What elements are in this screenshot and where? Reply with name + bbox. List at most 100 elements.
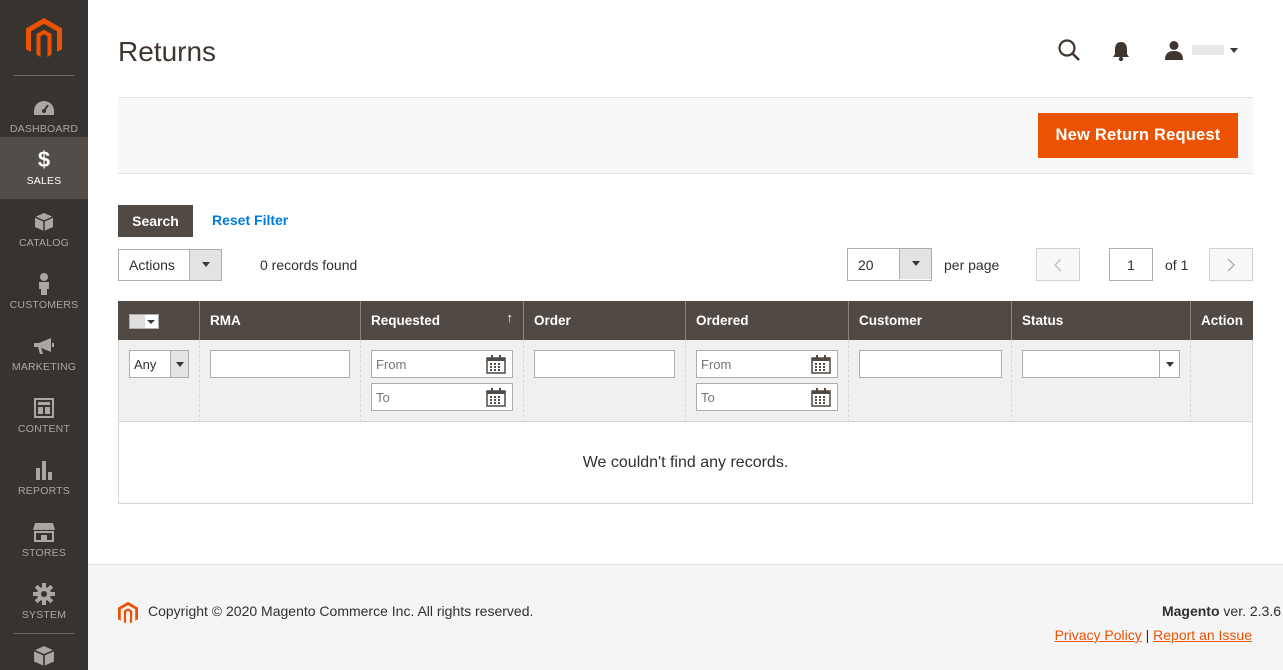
sidebar-item-label: MARKETING [11,361,77,373]
column-header-order[interactable]: Order [524,301,686,340]
page-footer: Copyright © 2020 Magento Commerce Inc. A… [88,564,1283,670]
chevron-down-icon [1230,47,1238,53]
layout-icon [32,396,56,420]
dollar-icon: $ [37,147,51,172]
brand-name: Magento [1161,603,1220,619]
new-return-request-button[interactable]: New Return Request [1038,113,1238,158]
calendar-icon[interactable] [486,355,506,374]
mass-select-filter[interactable]: Any [129,350,189,378]
sort-arrow-up-icon: ↑ [506,310,514,325]
chevron-left-icon [1053,257,1062,272]
previous-page-button[interactable] [1036,248,1080,281]
filter-cell-rma [200,340,361,422]
filter-cell-order [524,340,686,422]
sidebar-item-catalog[interactable]: CATALOG [0,199,88,261]
chevron-down-icon [899,249,931,279]
sidebar-item-label: SYSTEM [21,609,67,621]
copyright-text: Copyright © 2020 Magento Commerce Inc. A… [148,603,534,619]
mass-action-checkbox[interactable] [129,314,159,329]
bar-chart-icon [32,458,56,482]
magento-logo-icon[interactable] [26,18,62,58]
page-title: Returns [118,36,217,67]
requested-from-field[interactable] [371,350,513,378]
sidebar-item-label: SALES [26,175,62,187]
actions-dropdown[interactable]: Actions [118,249,222,281]
status-filter-select[interactable] [1022,350,1180,378]
column-header-ordered[interactable]: Ordered [686,301,849,340]
box-icon [32,644,56,668]
sidebar-item-customers[interactable]: CUSTOMERS [0,261,88,323]
report-issue-link[interactable]: Report an Issue [1153,627,1252,643]
requested-from-input[interactable] [372,351,472,377]
user-icon [1165,41,1183,60]
ordered-to-field[interactable] [696,383,838,411]
filter-cell-customer [849,340,1012,422]
column-header-status[interactable]: Status [1012,301,1191,340]
requested-to-field[interactable] [371,383,513,411]
reset-filter-link[interactable]: Reset Filter [212,212,288,228]
footer-links: Privacy Policy | Report an Issue [1055,627,1252,643]
search-button[interactable]: Search [118,205,193,237]
chevron-down-icon [189,250,221,280]
order-filter-input[interactable] [534,350,675,378]
sidebar-item-system[interactable]: SYSTEM [0,571,88,633]
gear-icon [32,582,56,606]
next-page-button[interactable] [1209,248,1253,281]
megaphone-icon [32,334,56,358]
per-page-label: per page [944,257,1000,273]
search-icon[interactable] [1057,38,1081,62]
user-name [1192,45,1224,55]
sidebar-divider [14,75,74,76]
ordered-from-input[interactable] [697,351,797,377]
column-header-rma[interactable]: RMA [200,301,361,340]
customer-filter-input[interactable] [859,350,1002,378]
sidebar-item-stores[interactable]: STORES [0,509,88,571]
page-number-input[interactable] [1109,248,1153,281]
sidebar-item-label: STORES [21,547,67,559]
rma-filter-input[interactable] [210,350,350,378]
box-icon [32,210,56,234]
filter-cell-requested [361,340,524,422]
chevron-down-icon [1159,351,1179,377]
sidebar-item-label: DASHBOARD [9,123,79,135]
sidebar-item-label: CONTENT [17,423,71,435]
grid-header-row: RMA Requested ↑ Order Ordered Customer S… [118,301,1253,340]
actions-label: Actions [129,257,175,273]
ordered-to-input[interactable] [697,384,797,410]
sidebar-item-reports[interactable]: REPORTS [0,447,88,509]
storefront-icon [32,520,56,544]
calendar-icon[interactable] [811,388,831,407]
user-menu[interactable] [1164,38,1244,62]
admin-sidebar: DASHBOARD $ SALES CATALOG CUSTOMERS MARK… [0,0,88,670]
sidebar-item-more[interactable] [0,638,88,670]
mass-action-header[interactable] [118,301,200,340]
version-text: Magento ver. 2.3.6 [1162,603,1281,619]
sidebar-item-marketing[interactable]: MARKETING [0,323,88,385]
any-label: Any [134,357,157,372]
sidebar-item-label: CUSTOMERS [9,299,79,311]
empty-state-message: We couldn't find any records. [118,422,1253,504]
column-header-customer[interactable]: Customer [849,301,1012,340]
column-header-requested[interactable]: Requested ↑ [361,301,524,340]
magento-logo-icon [118,601,138,624]
filter-cell-status [1012,340,1191,422]
column-label: Requested [371,313,441,328]
per-page-select[interactable]: 20 [847,248,932,281]
bell-icon[interactable] [1111,40,1131,62]
requested-to-input[interactable] [372,384,472,410]
per-page-value: 20 [858,257,874,273]
sidebar-item-label: REPORTS [18,485,70,497]
page-total: of 1 [1165,257,1189,273]
sidebar-divider [14,633,74,634]
person-icon [32,272,56,296]
sidebar-item-sales[interactable]: $ SALES [0,137,88,199]
privacy-policy-link[interactable]: Privacy Policy [1055,627,1142,643]
chevron-down-icon [170,351,188,377]
ordered-from-field[interactable] [696,350,838,378]
filter-cell-action [1191,340,1252,422]
sidebar-item-content[interactable]: CONTENT [0,385,88,447]
calendar-icon[interactable] [486,388,506,407]
records-count: 0 records found [260,257,358,273]
calendar-icon[interactable] [811,355,831,374]
column-header-action: Action [1201,313,1243,328]
